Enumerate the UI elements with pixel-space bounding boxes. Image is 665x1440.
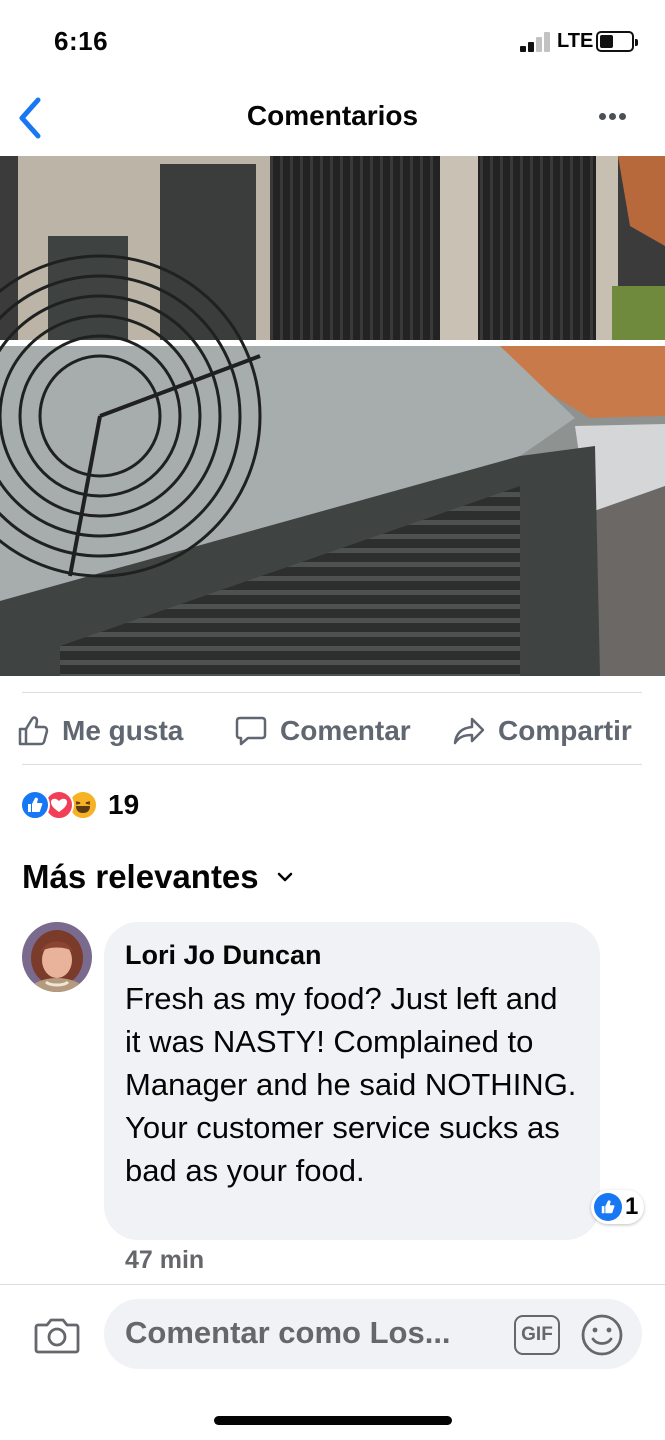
chevron-down-icon bbox=[277, 872, 292, 882]
comment-button[interactable]: Comentar bbox=[234, 700, 411, 762]
camera-icon[interactable] bbox=[34, 1315, 80, 1355]
more-options-icon[interactable] bbox=[596, 110, 630, 124]
like-button[interactable]: Me gusta bbox=[16, 700, 183, 762]
like-label: Me gusta bbox=[62, 715, 184, 746]
sort-label: Más relevantes bbox=[22, 858, 259, 895]
reactions-summary[interactable]: 19 bbox=[20, 788, 139, 822]
post-action-bar: Me gusta Comentar Compartir bbox=[0, 700, 665, 762]
share-button[interactable]: Compartir bbox=[452, 700, 632, 762]
like-reaction-icon bbox=[20, 790, 50, 820]
comment-like-count: 1 bbox=[625, 1193, 639, 1220]
comment-bubble: Lori Jo Duncan Fresh as my food? Just le… bbox=[104, 922, 600, 1240]
comment-input-placeholder: Comentar como Los... bbox=[125, 1315, 451, 1350]
comment-sort-dropdown[interactable]: Más relevantes bbox=[22, 858, 293, 896]
share-arrow-icon bbox=[453, 717, 485, 745]
comment-label: Comentar bbox=[280, 715, 411, 746]
battery-icon bbox=[596, 31, 638, 52]
signal-strength-icon bbox=[520, 32, 552, 52]
comment-timestamp: 47 min bbox=[125, 1246, 205, 1274]
like-reaction-icon bbox=[594, 1193, 622, 1221]
comment-bubble-icon bbox=[235, 716, 267, 746]
divider-top bbox=[22, 692, 642, 693]
avatar[interactable] bbox=[22, 922, 92, 992]
share-label: Compartir bbox=[498, 715, 632, 746]
comment-text: Fresh as my food? Just left and it was N… bbox=[125, 981, 577, 1188]
network-type: LTE bbox=[557, 30, 594, 52]
status-time: 6:16 bbox=[54, 26, 109, 56]
comment-input[interactable]: Comentar como Los... GIF bbox=[104, 1299, 642, 1369]
post-photo[interactable] bbox=[0, 156, 665, 676]
emoji-icon[interactable] bbox=[580, 1313, 624, 1357]
comment-author[interactable]: Lori Jo Duncan bbox=[125, 938, 580, 972]
gif-button[interactable]: GIF bbox=[514, 1315, 560, 1355]
thumbs-up-icon bbox=[18, 716, 49, 746]
nav-header: Comentarios bbox=[0, 80, 665, 156]
page-title: Comentarios bbox=[246, 100, 419, 131]
home-indicator bbox=[214, 1416, 452, 1425]
divider-bottom bbox=[22, 764, 642, 765]
reaction-count: 19 bbox=[108, 789, 140, 820]
comment-reaction-badge[interactable]: 1 bbox=[591, 1190, 645, 1224]
status-bar: 6:16 LTE bbox=[0, 0, 665, 80]
